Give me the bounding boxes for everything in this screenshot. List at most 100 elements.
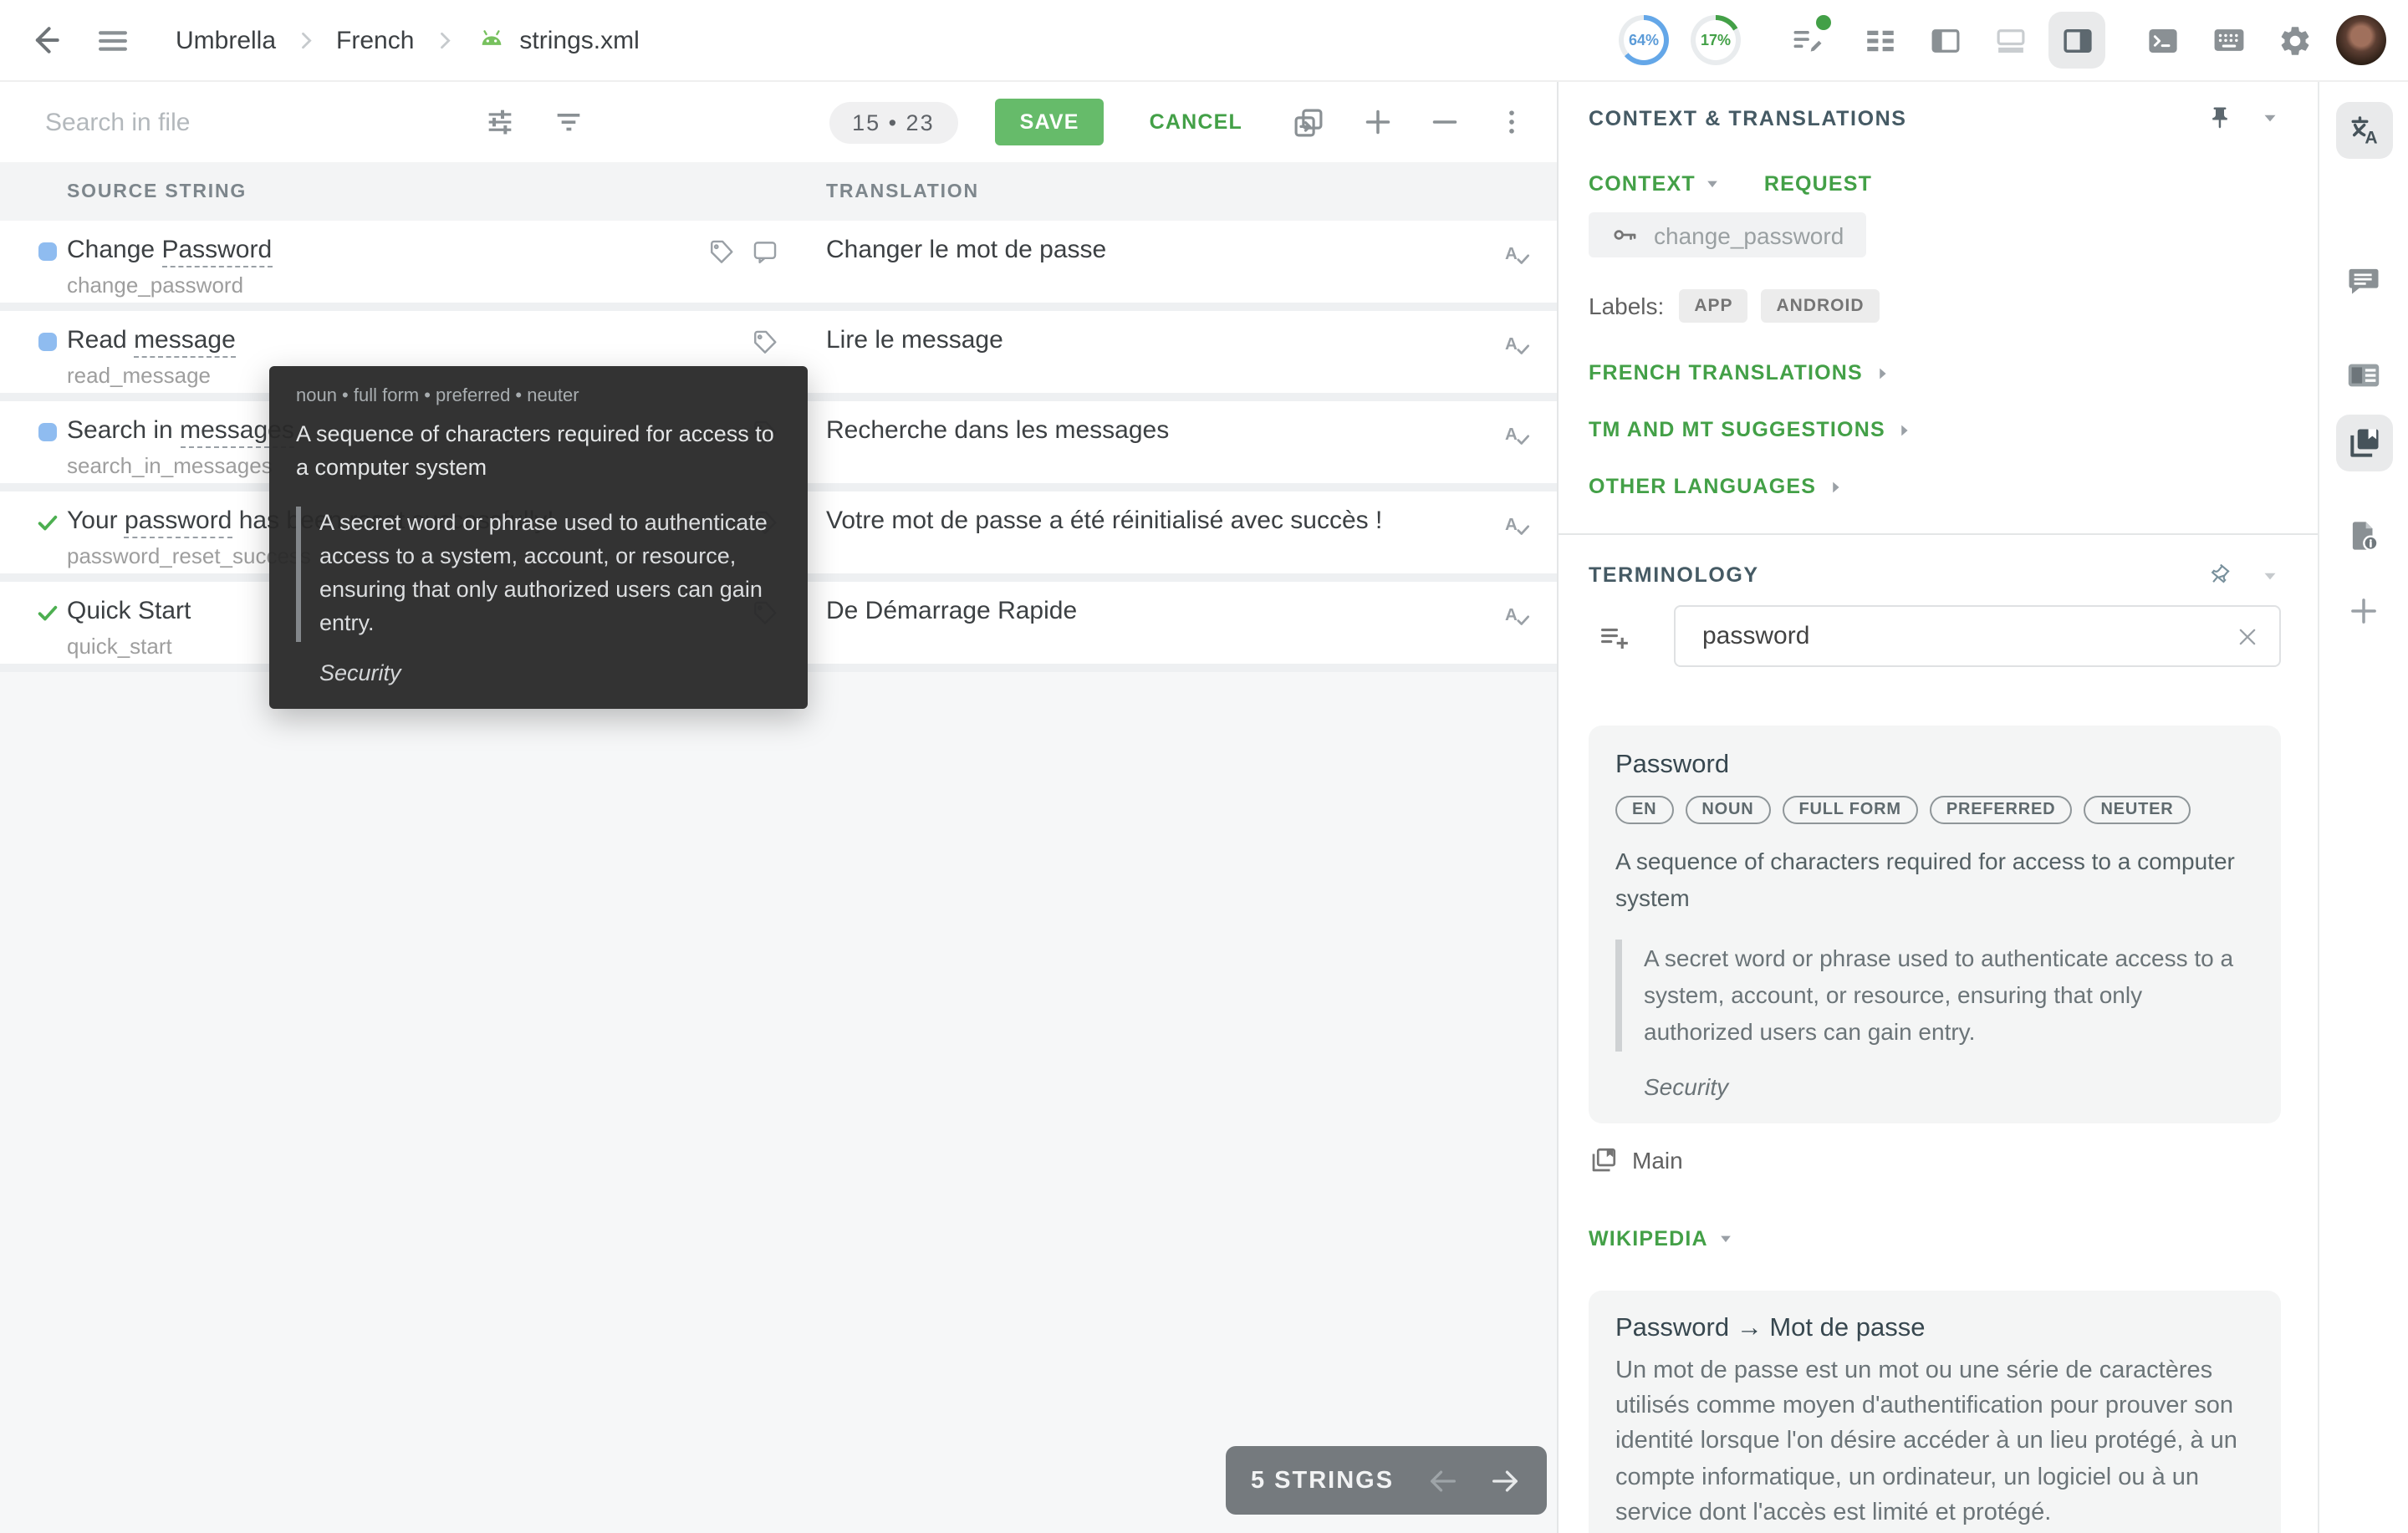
strings-count: 5 STRINGS <box>1251 1467 1426 1494</box>
translation-text[interactable]: De Démarrage Rapide <box>826 595 1557 629</box>
translation-cell[interactable]: De Démarrage Rapide A <box>826 582 1557 664</box>
gear-icon[interactable] <box>2278 23 2313 58</box>
remove-string-icon[interactable] <box>1428 105 1462 139</box>
table-header: SOURCE STRING TRANSLATION <box>0 162 1557 221</box>
string-key-chip[interactable]: change_password <box>1589 212 1865 257</box>
translation-cell[interactable]: Changer le mot de passe A <box>826 221 1557 303</box>
translation-column-header: TRANSLATION <box>826 181 1557 201</box>
grid-view-icon[interactable] <box>1863 23 1898 58</box>
comment-icon[interactable] <box>751 237 779 266</box>
section-french-translations[interactable]: FRENCH TRANSLATIONS <box>1589 361 2281 385</box>
clear-search-icon[interactable] <box>2236 624 2259 648</box>
terminal-icon[interactable] <box>2145 23 2181 58</box>
labels-caption: Labels: <box>1589 293 1664 319</box>
copy-source-icon[interactable] <box>1291 104 1326 140</box>
tasks-edit-icon[interactable] <box>1789 22 1826 59</box>
bottom-panel-layout-icon[interactable] <box>1993 23 2028 58</box>
terminology-search-input[interactable] <box>1699 620 2236 652</box>
back-icon[interactable] <box>27 22 64 59</box>
context-card-panel-icon[interactable] <box>2344 356 2383 395</box>
unpin-icon[interactable] <box>2206 562 2232 588</box>
cancel-button[interactable]: CANCEL <box>1140 109 1252 135</box>
next-page-icon[interactable] <box>1488 1464 1522 1497</box>
translation-progress-value: 64% <box>1624 20 1664 60</box>
glossary-panel-button-active[interactable] <box>2336 415 2393 471</box>
translation-cell[interactable]: Recherche dans les messages A <box>826 401 1557 483</box>
file-info-panel-icon[interactable] <box>2346 518 2381 553</box>
source-string: Read message <box>67 324 826 358</box>
editor-main: 15 • 23 SAVE CANCEL SOURCE STRING TRA <box>0 82 1559 1533</box>
label-chip[interactable]: APP <box>1679 289 1747 323</box>
breadcrumb-language[interactable]: French <box>336 26 414 54</box>
chevron-right-icon <box>1895 420 1914 439</box>
tab-context[interactable]: CONTEXT <box>1589 172 1721 196</box>
translation-text[interactable]: Changer le mot de passe <box>826 234 1557 267</box>
keyboard-icon[interactable] <box>2211 22 2247 59</box>
more-options-icon[interactable] <box>1495 105 1528 139</box>
chevron-down-icon <box>1704 176 1721 192</box>
string-position-badge: 15 • 23 <box>829 101 958 143</box>
translation-text[interactable]: Votre mot de passe a été réinitialisé av… <box>826 505 1557 538</box>
source-text: Read <box>67 326 134 354</box>
tag-icon[interactable] <box>751 328 779 356</box>
glossary-term[interactable]: Password <box>161 236 272 267</box>
translate-panel-button-active[interactable]: A <box>2336 102 2393 159</box>
translation-cell[interactable]: Lire le message A <box>826 311 1557 393</box>
svg-text:A: A <box>1505 425 1518 444</box>
translation-text[interactable]: Lire le message <box>826 324 1557 358</box>
glossary-term[interactable]: password <box>125 507 232 538</box>
translation-cell[interactable]: Votre mot de passe a été réinitialisé av… <box>826 491 1557 573</box>
spellcheck-icon[interactable]: A <box>1502 510 1533 542</box>
review-progress-ring[interactable]: 17% <box>1691 15 1741 65</box>
table-row[interactable]: Change Password change_password Changer … <box>0 221 1557 311</box>
source-cell[interactable]: Change Password change_password <box>0 221 826 303</box>
add-term-icon[interactable] <box>1597 619 1630 653</box>
spellcheck-icon[interactable]: A <box>1502 420 1533 451</box>
spellcheck-icon[interactable]: A <box>1502 239 1533 271</box>
breadcrumb-file[interactable]: strings.xml <box>519 26 639 54</box>
label-chip[interactable]: ANDROID <box>1762 289 1880 323</box>
filter-icon[interactable] <box>552 105 585 139</box>
chevron-right-icon <box>294 28 318 52</box>
previous-page-icon[interactable] <box>1426 1464 1460 1497</box>
tag-icon[interactable] <box>707 237 736 266</box>
app-window: Umbrella French strings.xml 64% 17% <box>0 0 2408 1531</box>
comments-panel-icon[interactable] <box>2346 262 2381 298</box>
context-tabs: CONTEXT REQUEST <box>1589 172 2281 196</box>
glossary-source-row[interactable]: Main <box>1589 1144 2281 1174</box>
svg-text:A: A <box>2365 129 2377 148</box>
pin-icon[interactable] <box>2207 105 2232 130</box>
term-pill: FULL FORM <box>1783 796 1918 824</box>
chevron-down-icon[interactable] <box>2259 564 2281 586</box>
chevron-right-icon <box>432 28 456 52</box>
context-panel-header: CONTEXT & TRANSLATIONS <box>1589 105 2281 130</box>
wikipedia-header[interactable]: WIKIPEDIA <box>1589 1226 2281 1250</box>
translation-text[interactable]: Recherche dans les messages <box>826 415 1557 448</box>
tab-request-label: REQUEST <box>1764 172 1872 196</box>
breadcrumb-project[interactable]: Umbrella <box>176 26 276 54</box>
section-label: FRENCH TRANSLATIONS <box>1589 361 1863 385</box>
chevron-down-icon[interactable] <box>2259 107 2281 129</box>
tab-request[interactable]: REQUEST <box>1764 172 1872 196</box>
search-input[interactable] <box>42 106 408 138</box>
add-panel-icon[interactable] <box>2346 593 2381 629</box>
menu-icon[interactable] <box>95 23 130 58</box>
left-panel-layout-icon[interactable] <box>1928 23 1963 58</box>
notification-dot <box>1816 15 1831 30</box>
svg-text:A: A <box>1505 244 1518 263</box>
add-string-icon[interactable] <box>1361 105 1395 139</box>
tune-filters-icon[interactable] <box>483 105 517 139</box>
terminology-search-field[interactable] <box>1674 605 2281 667</box>
section-other-languages[interactable]: OTHER LANGUAGES <box>1589 475 2281 498</box>
term-pill: PREFERRED <box>1930 796 2073 824</box>
spellcheck-icon[interactable]: A <box>1502 329 1533 361</box>
save-button[interactable]: SAVE <box>995 99 1105 145</box>
spellcheck-icon[interactable]: A <box>1502 600 1533 632</box>
glossary-term[interactable]: message <box>134 326 236 358</box>
section-tm-mt-suggestions[interactable]: TM AND MT SUGGESTIONS <box>1589 418 2281 441</box>
right-panel-layout-button-active[interactable] <box>2048 12 2105 69</box>
status-done-icon <box>35 510 60 535</box>
svg-text:A: A <box>1505 515 1518 534</box>
user-avatar[interactable] <box>2336 15 2386 65</box>
translation-progress-ring[interactable]: 64% <box>1619 15 1669 65</box>
